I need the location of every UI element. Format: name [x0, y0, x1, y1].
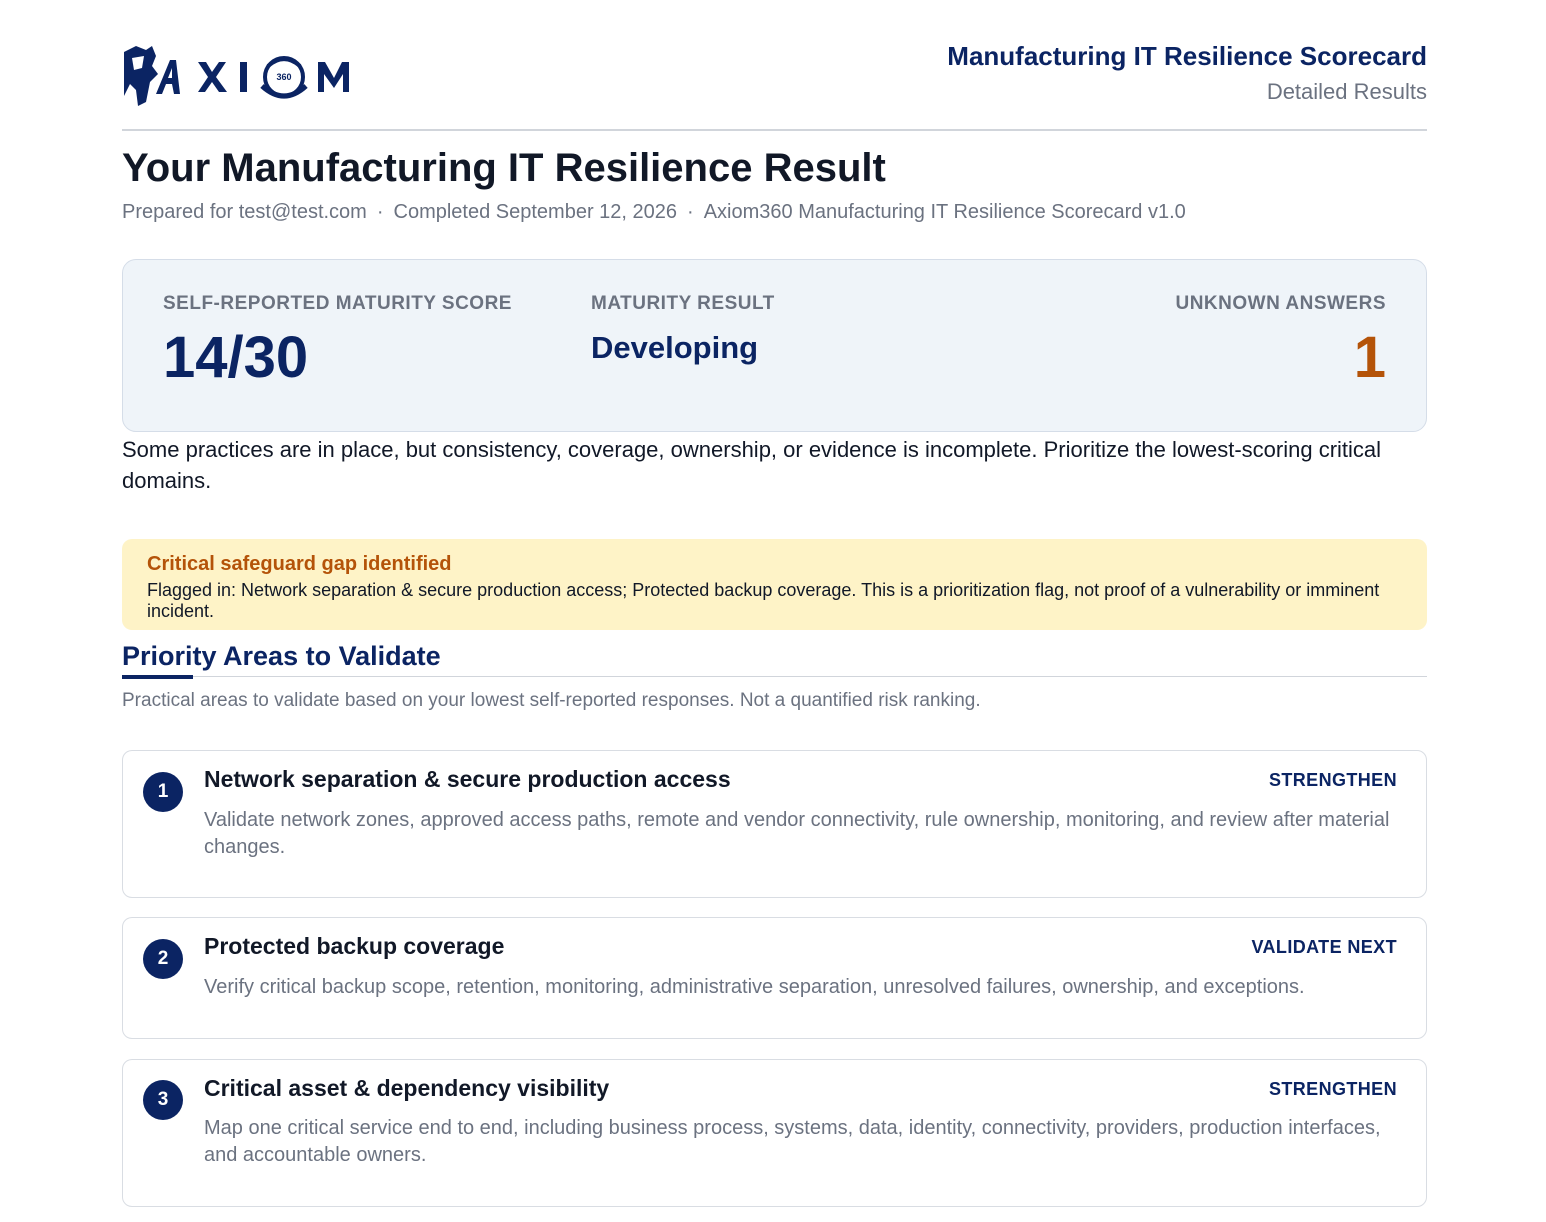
page-title: Your Manufacturing IT Resilience Result: [122, 146, 886, 190]
priority-number-badge: 2: [143, 939, 183, 979]
section-title: Priority Areas to Validate: [122, 641, 441, 671]
report-page: 360 Manufacturing IT Resilience Scorecar…: [122, 0, 1427, 1207]
priority-description: Validate network zones, approved access …: [204, 809, 1390, 858]
alert-title: Critical safeguard gap identified: [147, 553, 452, 575]
priority-tag: STRENGTHEN: [1268, 770, 1397, 790]
maturity-result-label: MATURITY RESULT: [591, 293, 775, 314]
prepared-for: Prepared for test@test.com: [122, 201, 367, 223]
scorecard-subtitle: Detailed Results: [1266, 79, 1427, 104]
svg-text:360: 360: [276, 72, 291, 82]
meta-separator: ·: [687, 201, 694, 223]
priority-tag: VALIDATE NEXT: [1251, 937, 1397, 957]
scorecard-version: Axiom360 Manufacturing IT Resilience Sco…: [703, 201, 1186, 223]
unknown-answers-label: UNKNOWN ANSWERS: [1175, 293, 1386, 314]
critical-gap-alert: Critical safeguard gap identified Flagge…: [122, 539, 1427, 630]
section-description: Practical areas to validate based on you…: [122, 690, 981, 711]
priority-card: 3 Critical asset & dependency visibility…: [122, 1059, 1427, 1207]
maturity-result-block: MATURITY RESULT Developing: [591, 293, 775, 366]
unknown-answers-value: 1: [1353, 325, 1386, 390]
priority-description: Map one critical service end to end, inc…: [204, 1117, 1381, 1166]
result-meta: Prepared for test@test.com · Completed Sep…: [122, 199, 1186, 225]
unknown-answers-block: UNKNOWN ANSWERS 1: [1175, 293, 1386, 390]
maturity-result-value: Developing: [591, 330, 759, 365]
priority-card: 2 Protected backup coverage VALIDATE NEX…: [122, 917, 1427, 1039]
maturity-score-block: SELF-REPORTED MATURITY SCORE 14/30: [163, 293, 512, 390]
priority-card: 1 Network separation & secure production…: [122, 750, 1427, 898]
maturity-score-value: 14/30: [163, 325, 309, 390]
priority-number-badge: 3: [143, 1080, 183, 1120]
score-card: SELF-REPORTED MATURITY SCORE 14/30 MATUR…: [122, 259, 1427, 432]
alert-body: Flagged in: Network separation & secure …: [147, 580, 1380, 621]
priority-number-badge: 1: [143, 772, 183, 812]
priority-title: Network separation & secure production a…: [204, 766, 731, 792]
maturity-score-label: SELF-REPORTED MATURITY SCORE: [163, 293, 512, 314]
priority-tag: STRENGTHEN: [1268, 1079, 1397, 1099]
priority-title: Protected backup coverage: [204, 933, 505, 959]
completed-date: Completed September 12, 2026: [393, 201, 678, 223]
priority-title: Critical asset & dependency visibility: [204, 1075, 610, 1101]
axiom360-logo: 360: [124, 46, 349, 106]
scorecard-title: Manufacturing IT Resilience Scorecard: [947, 41, 1427, 71]
meta-separator: ·: [376, 201, 384, 223]
section-divider: [122, 676, 1427, 677]
result-summary: Some practices are in place, but consist…: [122, 437, 1382, 493]
header-titles: Manufacturing IT Resilience Scorecard De…: [947, 40, 1427, 107]
section-accent-bar: [122, 675, 193, 679]
report-header: 360 Manufacturing IT Resilience Scorecar…: [122, 0, 1427, 131]
priority-description: Verify critical backup scope, retention,…: [204, 976, 1305, 998]
